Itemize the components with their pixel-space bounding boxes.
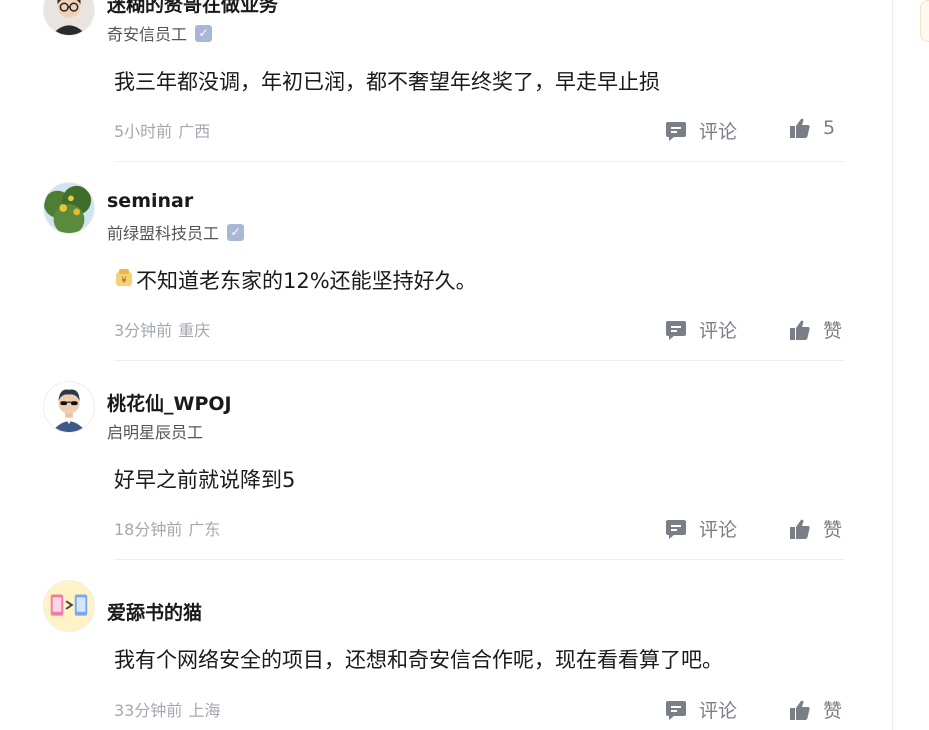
comment-text: 不知道老东家的12%还能坚持好久。 (136, 269, 477, 293)
comment-item: 爱舔书的猫 我有个网络安全的项目，还想和奇安信合作呢，现在看看算了吧。 33分钟… (0, 560, 893, 730)
like-button[interactable]: 赞 (789, 515, 842, 542)
username[interactable]: 桃花仙_WPOJ (107, 389, 232, 416)
comment-feed: 迷糊的赘哥在做业务 奇安信员工 ✓ 我三年都没调，年初已润，都不奢望年终奖了，早… (0, 0, 893, 730)
company-label: 奇安信员工 ✓ (107, 21, 213, 45)
comment-bubble-icon (665, 319, 687, 341)
reply-label: 评论 (699, 519, 738, 541)
comment-meta: 3分钟前 重庆 (114, 317, 210, 341)
sunglasses-man-avatar-icon[interactable] (43, 381, 95, 433)
reply-button[interactable]: 评论 (665, 696, 737, 723)
comment-time: 3分钟前 (114, 321, 173, 340)
comment-item: 桃花仙_WPOJ 启明星辰员工 好早之前就说降到5 18分钟前 广东 评论 赞 (0, 361, 893, 560)
comment-text-row: ¥ 不知道老东家的12%还能坚持好久。 (114, 265, 477, 295)
sidebar-card-edge (920, 0, 929, 42)
comment-time: 33分钟前 (114, 701, 183, 720)
comment-meta: 18分钟前 广东 (114, 516, 220, 540)
verified-badge-icon: ✓ (195, 24, 213, 42)
comment-time: 18分钟前 (114, 520, 183, 539)
comment-meta: 5小时前 广西 (114, 118, 210, 142)
company-text: 启明星辰员工 (107, 423, 204, 442)
comment-bubble-icon (665, 699, 687, 721)
svg-text:¥: ¥ (121, 276, 127, 286)
reply-label: 评论 (699, 700, 738, 722)
comment-bubble-icon (665, 120, 687, 142)
comment-item: seminar 前绿盟科技员工 ✓ ¥ 不知道老东家的12%还能坚持好久。 3分… (0, 162, 893, 361)
comment-time: 5小时前 (114, 122, 173, 141)
thumbs-up-icon (789, 117, 811, 139)
comment-location: 广东 (188, 520, 221, 539)
like-label: 赞 (823, 320, 843, 342)
verified-badge-icon: ✓ (227, 223, 245, 241)
comment-bubble-icon (665, 518, 687, 540)
company-label: 启明星辰员工 (107, 419, 203, 443)
citrus-tree-avatar-icon[interactable] (43, 182, 95, 234)
reply-label: 评论 (699, 320, 738, 342)
comment-text: 我三年都没调，年初已润，都不奢望年终奖了，早走早止损 (114, 70, 660, 94)
comment-location: 上海 (188, 701, 221, 720)
phones-avatar-icon[interactable] (43, 580, 95, 632)
company-label: 前绿盟科技员工 ✓ (107, 220, 245, 244)
comment-text: 我有个网络安全的项目，还想和奇安信合作呢，现在看看算了吧。 (114, 648, 723, 672)
comment-meta: 33分钟前 上海 (114, 697, 220, 721)
like-button[interactable]: 5 (789, 117, 835, 139)
comment-location: 广西 (178, 122, 211, 141)
comment-item: 迷糊的赘哥在做业务 奇安信员工 ✓ 我三年都没调，年初已润，都不奢望年终奖了，早… (0, 0, 893, 162)
thumbs-up-icon (789, 699, 811, 721)
like-count: 5 (823, 117, 836, 139)
username[interactable]: 迷糊的赘哥在做业务 (107, 0, 278, 17)
like-button[interactable]: 赞 (789, 696, 842, 723)
thumbs-up-icon (789, 518, 811, 540)
like-button[interactable]: 赞 (789, 316, 842, 343)
sidebar-divider (892, 0, 893, 730)
username[interactable]: seminar (107, 190, 193, 212)
company-text: 奇安信员工 (107, 25, 188, 44)
company-text: 前绿盟科技员工 (107, 224, 220, 243)
money-bag-emoji-icon: ¥ (114, 268, 134, 293)
thumbs-up-icon (789, 319, 811, 341)
reply-button[interactable]: 评论 (665, 515, 737, 542)
comment-location: 重庆 (178, 321, 211, 340)
like-label: 赞 (823, 519, 843, 541)
username[interactable]: 爱舔书的猫 (107, 598, 202, 625)
reply-button[interactable]: 评论 (665, 316, 737, 343)
like-label: 赞 (823, 700, 843, 722)
comment-text: 好早之前就说降到5 (114, 468, 296, 492)
reply-label: 评论 (699, 121, 738, 143)
glasses-man-avatar-icon[interactable] (43, 0, 95, 36)
reply-button[interactable]: 评论 (665, 117, 737, 144)
